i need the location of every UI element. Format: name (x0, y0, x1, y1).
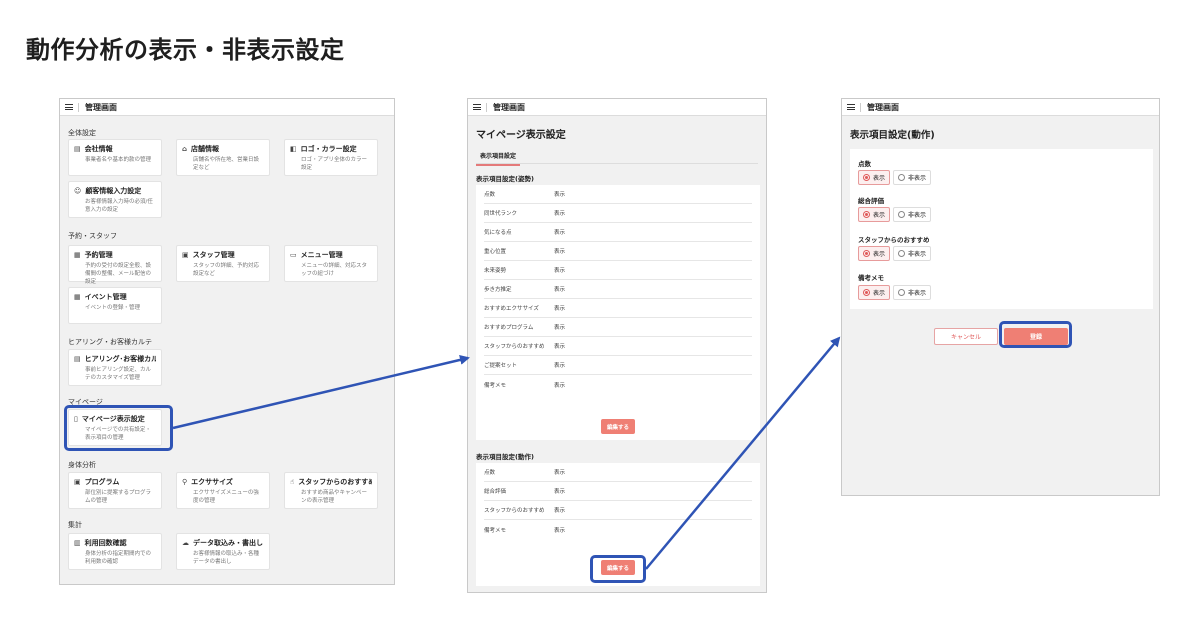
flow-arrows (172, 336, 841, 570)
arrow-to-mypage-screen (172, 354, 470, 430)
arrow-to-motion-settings (645, 336, 841, 570)
